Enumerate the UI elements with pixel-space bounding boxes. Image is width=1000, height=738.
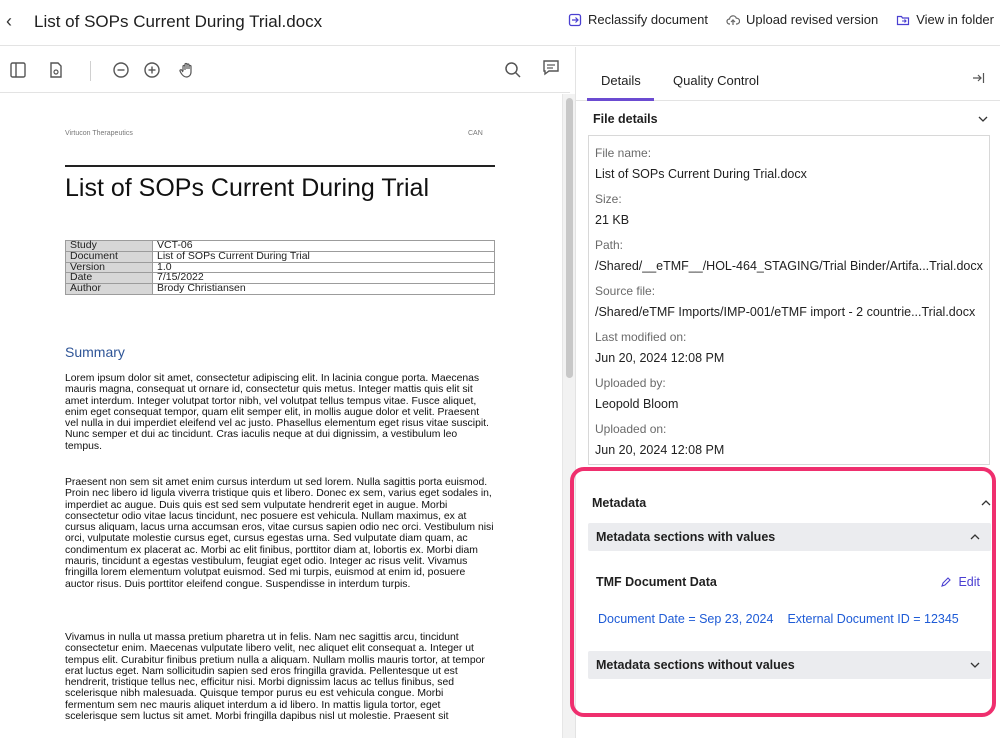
chevron-down-icon[interactable]	[977, 113, 989, 125]
uploaded-by-value: Leopold Bloom	[595, 397, 679, 411]
document-info-table: Study VCT-06 Document List of SOPs Current…	[65, 240, 495, 295]
edit-label: Edit	[958, 575, 980, 589]
metadata-title: Metadata	[592, 496, 647, 510]
table-row: Version 1.0	[65, 261, 495, 274]
chevron-up-icon[interactable]	[969, 531, 981, 543]
comment-icon[interactable]	[541, 58, 561, 78]
upload-label: Upload revised version	[745, 12, 879, 27]
metadata-value[interactable]: Document Date = Sep 23, 2024	[598, 612, 773, 626]
reclassify-label: Reclassify document	[588, 12, 708, 27]
path-label: Path:	[595, 238, 624, 252]
cloud-upload-icon	[726, 14, 740, 25]
page-settings-icon[interactable]	[46, 60, 66, 80]
view-folder-label: View in folder	[916, 12, 994, 27]
active-tab-indicator	[587, 98, 654, 101]
size-label: Size:	[595, 192, 622, 206]
table-row: Date 7/15/2022	[65, 272, 495, 285]
chevron-up-icon[interactable]	[980, 497, 992, 509]
panel-tabs: Details Quality Control	[576, 47, 1000, 101]
edit-button[interactable]: Edit	[940, 575, 980, 589]
metadata-with-values-header[interactable]: Metadata sections with values	[588, 523, 991, 551]
metadata-without-values-header[interactable]: Metadata sections without values	[588, 651, 991, 679]
table-value: Brody Christiansen	[152, 283, 495, 295]
document-viewer: Virtucon Therapeutics CAN List of SOPs C…	[0, 94, 562, 738]
page-divider	[65, 165, 495, 167]
source-file-label: Source file:	[595, 284, 656, 298]
path-value: /Shared/__eTMF__/HOL-464_STAGING/Trial B…	[595, 259, 983, 273]
collapse-panel-icon[interactable]	[971, 71, 985, 85]
table-key: Author	[65, 283, 153, 295]
metadata-header[interactable]: Metadata	[592, 491, 992, 515]
toolbar-divider	[90, 61, 91, 81]
paragraph: Vivamus in nulla ut massa pretium pharet…	[65, 632, 485, 723]
document-title: List of SOPs Current During Trial.docx	[34, 12, 323, 31]
last-modified-label: Last modified on:	[595, 330, 687, 344]
paragraph: Praesent non sem sit amet enim cursus in…	[65, 477, 494, 590]
uploaded-on-label: Uploaded on:	[595, 422, 667, 436]
sidebar-toggle-icon[interactable]	[8, 60, 28, 80]
file-details-header[interactable]: File details	[593, 107, 989, 131]
scrollbar-thumb[interactable]	[566, 98, 573, 378]
view-in-folder-button[interactable]: View in folder	[896, 12, 994, 27]
search-icon[interactable]	[503, 60, 523, 80]
metadata-values: Document Date = Sep 23, 2024 External Do…	[598, 612, 959, 626]
file-details-box: File name: List of SOPs Current During T…	[588, 135, 990, 465]
viewer-toolbar	[0, 47, 570, 93]
table-row: Document List of SOPs Current During Tria…	[65, 251, 495, 263]
document-scrollbar[interactable]	[562, 94, 575, 738]
uploaded-by-label: Uploaded by:	[595, 376, 666, 390]
source-file-value: /Shared/eTMF Imports/IMP-001/eTMF import…	[595, 305, 976, 319]
details-panel: Details Quality Control File details Fil…	[575, 47, 1000, 738]
paragraph: Lorem ipsum dolor sit amet, consectetur …	[65, 373, 489, 452]
back-icon[interactable]: ‹	[6, 11, 12, 32]
zoom-out-icon[interactable]	[111, 60, 131, 80]
tab-quality-control[interactable]: Quality Control	[673, 73, 759, 88]
tab-details[interactable]: Details	[601, 73, 641, 88]
header-actions: Reclassify document Upload revised versi…	[568, 12, 994, 27]
size-value: 21 KB	[595, 213, 630, 227]
metadata-without-values-label: Metadata sections without values	[596, 658, 795, 672]
file-details-title: File details	[593, 112, 658, 126]
metadata-section: Metadata Metadata sections with values T…	[582, 467, 996, 717]
page-header-right: CAN	[468, 130, 483, 137]
table-row: Author Brody Christiansen	[65, 283, 495, 295]
metadata-value[interactable]: External Document ID = 12345	[787, 612, 958, 626]
tmf-document-data-title: TMF Document Data	[596, 575, 717, 589]
chevron-down-icon[interactable]	[969, 659, 981, 671]
folder-icon	[897, 15, 910, 25]
table-value: List of SOPs Current During Trial	[152, 251, 495, 263]
top-bar: ‹ List of SOPs Current During Trial.docx…	[0, 0, 1000, 46]
pan-hand-icon[interactable]	[177, 60, 197, 80]
file-name-value: List of SOPs Current During Trial.docx	[595, 167, 807, 181]
last-modified-value: Jun 20, 2024 12:08 PM	[595, 351, 725, 365]
summary-heading: Summary	[65, 344, 125, 360]
metadata-with-values-label: Metadata sections with values	[596, 530, 776, 544]
page-title: List of SOPs Current During Trial	[65, 174, 430, 202]
reclassify-document-button[interactable]: Reclassify document	[568, 12, 708, 27]
reclassify-icon	[568, 13, 582, 26]
pencil-icon	[941, 577, 952, 587]
page-header-company: Virtucon Therapeutics	[65, 130, 133, 137]
upload-revised-version-button[interactable]: Upload revised version	[726, 12, 878, 27]
file-name-label: File name:	[595, 146, 652, 160]
uploaded-on-value: Jun 20, 2024 12:08 PM	[595, 443, 725, 457]
zoom-in-icon[interactable]	[142, 60, 162, 80]
